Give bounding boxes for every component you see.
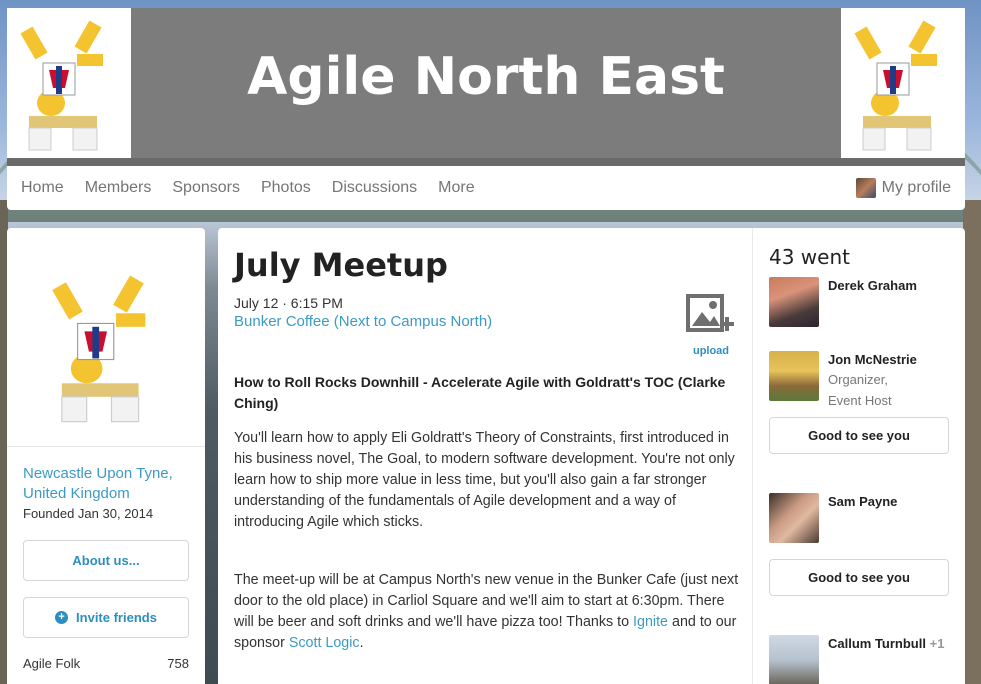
scott-logic-link[interactable]: Scott Logic <box>289 635 360 651</box>
avatar <box>769 635 819 684</box>
avatar <box>769 351 819 401</box>
nav-item-discussions[interactable]: Discussions <box>332 179 417 197</box>
group-sidebar: Newcastle Upon Tyne, United Kingdom Foun… <box>7 228 205 684</box>
lego-figure-icon <box>20 20 103 151</box>
attendee-name-text: Callum Turnbull <box>828 636 926 651</box>
member-count-row[interactable]: Agile Folk 758 <box>23 656 189 671</box>
attendee-name: Sam Payne <box>828 494 898 509</box>
attendee-row[interactable]: Sam Payne <box>769 493 959 543</box>
attendee-name: Callum Turnbull +1 <box>828 636 944 651</box>
attendee-name: Jon McNestrie <box>828 352 917 367</box>
venue-note-end: . <box>359 635 364 651</box>
attendee-role: Organizer, <box>828 372 888 387</box>
avatar <box>855 178 876 198</box>
event-date: July 12 · 6:15 PM <box>234 295 343 311</box>
member-term: Agile Folk <box>23 656 81 671</box>
ignite-link[interactable]: Ignite <box>633 614 668 630</box>
attendee-info: Derek Graham <box>828 277 917 327</box>
plus-icon: + <box>55 611 69 624</box>
attendee-name: Derek Graham <box>828 278 917 293</box>
event-title: July Meetup <box>234 246 448 284</box>
event-venue-note: The meet-up will be at Campus North's ne… <box>234 570 739 654</box>
about-us-button[interactable]: About us... <box>23 540 189 581</box>
nav-item-more[interactable]: More <box>438 179 474 197</box>
attendee-info: Jon McNestrie Organizer, Event Host <box>828 351 917 411</box>
lego-figure-icon <box>854 20 937 151</box>
nav-item-photos[interactable]: Photos <box>261 179 311 197</box>
nav-item-sponsors[interactable]: Sponsors <box>172 179 240 197</box>
attendee-panel: 43 went Derek Graham Jon McNestrie Organ… <box>752 228 965 684</box>
lego-figure-icon <box>52 275 146 423</box>
nav-item-home[interactable]: Home <box>21 179 64 197</box>
main-nav: Home Members Sponsors Photos Discussions… <box>7 166 965 210</box>
background-bridge-tower <box>963 200 981 684</box>
talk-title: How to Roll Rocks Downhill - Accelerate … <box>234 374 726 411</box>
group-logo-right <box>841 8 965 158</box>
attendee-role: Event Host <box>828 393 892 408</box>
attendee-row[interactable]: Callum Turnbull +1 <box>769 635 959 684</box>
upload-photo-button[interactable]: upload <box>686 294 736 357</box>
member-count: 758 <box>167 656 189 671</box>
avatar <box>769 277 819 327</box>
attendee-info: Sam Payne <box>828 493 897 543</box>
attendee-info: Callum Turnbull +1 <box>828 635 944 684</box>
invite-friends-label: Invite friends <box>76 610 157 625</box>
attendance-count[interactable]: 43 went <box>769 245 850 269</box>
attendee-row[interactable]: Derek Graham <box>769 277 959 327</box>
upload-label: upload <box>692 345 730 357</box>
event-venue-link[interactable]: Bunker Coffee (Next to Campus North) <box>234 313 492 330</box>
header-banner-strip <box>7 158 965 166</box>
add-photo-icon <box>686 294 734 332</box>
good-to-see-you-button[interactable]: Good to see you <box>769 417 949 454</box>
event-details: July Meetup July 12 · 6:15 PM Bunker Cof… <box>218 228 752 684</box>
event-description: You'll learn how to apply Eli Goldratt's… <box>234 430 735 530</box>
nav-item-members[interactable]: Members <box>85 179 152 197</box>
my-profile-link[interactable]: My profile <box>855 178 951 198</box>
attendee-row[interactable]: Jon McNestrie Organizer, Event Host <box>769 351 959 411</box>
avatar <box>769 493 819 543</box>
good-to-see-you-button[interactable]: Good to see you <box>769 559 949 596</box>
group-logo-left <box>7 8 131 158</box>
page-title: Agile North East <box>247 47 725 107</box>
group-logo[interactable] <box>37 246 177 446</box>
guest-count: +1 <box>929 636 945 651</box>
my-profile-label: My profile <box>881 179 951 196</box>
divider <box>7 446 205 447</box>
founded-date: Founded Jan 30, 2014 <box>23 506 154 521</box>
invite-friends-button[interactable]: + Invite friends <box>23 597 189 638</box>
group-location-link[interactable]: Newcastle Upon Tyne, United Kingdom <box>23 464 198 504</box>
